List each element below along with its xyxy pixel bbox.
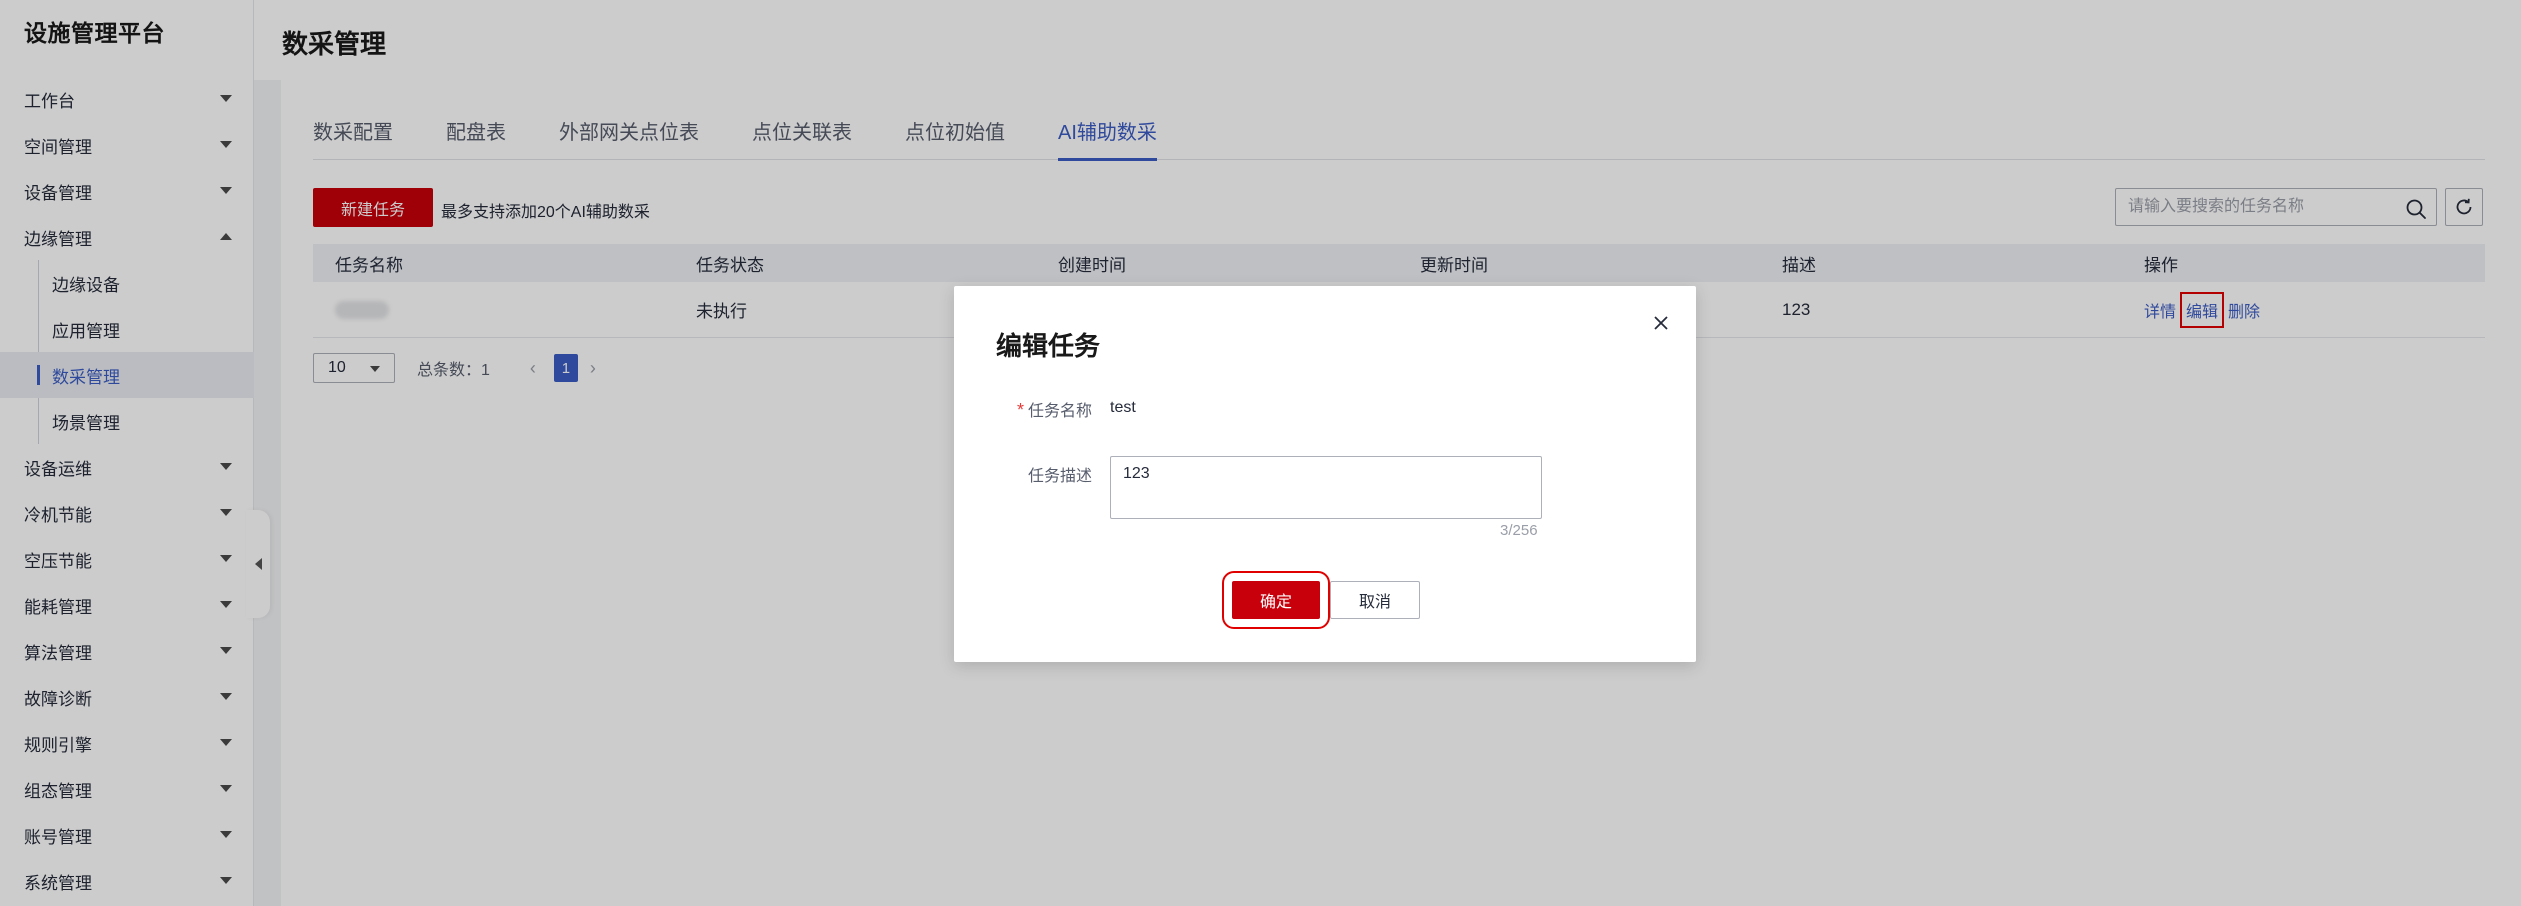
- task-name-label-text: 任务名称: [1027, 403, 1092, 420]
- confirm-button[interactable]: 确定: [1222, 571, 1330, 629]
- close-icon[interactable]: [1650, 312, 1672, 334]
- dialog-title: 编辑任务: [996, 331, 1101, 361]
- task-desc-label: 任务描述: [1027, 468, 1092, 485]
- task-name-label: * 任务名称: [1002, 397, 1092, 421]
- task-desc-textarea[interactable]: 123: [1110, 456, 1542, 519]
- app: 设施管理平台 工作台 空间管理 设备管理 边缘管理 边缘设备 应用管理 数采管理…: [0, 0, 2521, 906]
- cancel-button[interactable]: 取消: [1330, 581, 1420, 619]
- required-mark: *: [1016, 400, 1024, 420]
- task-name-value: test: [1110, 399, 1136, 416]
- char-counter: 3/256: [1500, 522, 1538, 539]
- edit-task-dialog: 编辑任务 * 任务名称 test 任务描述 123 3/256 确定 取消: [954, 286, 1696, 662]
